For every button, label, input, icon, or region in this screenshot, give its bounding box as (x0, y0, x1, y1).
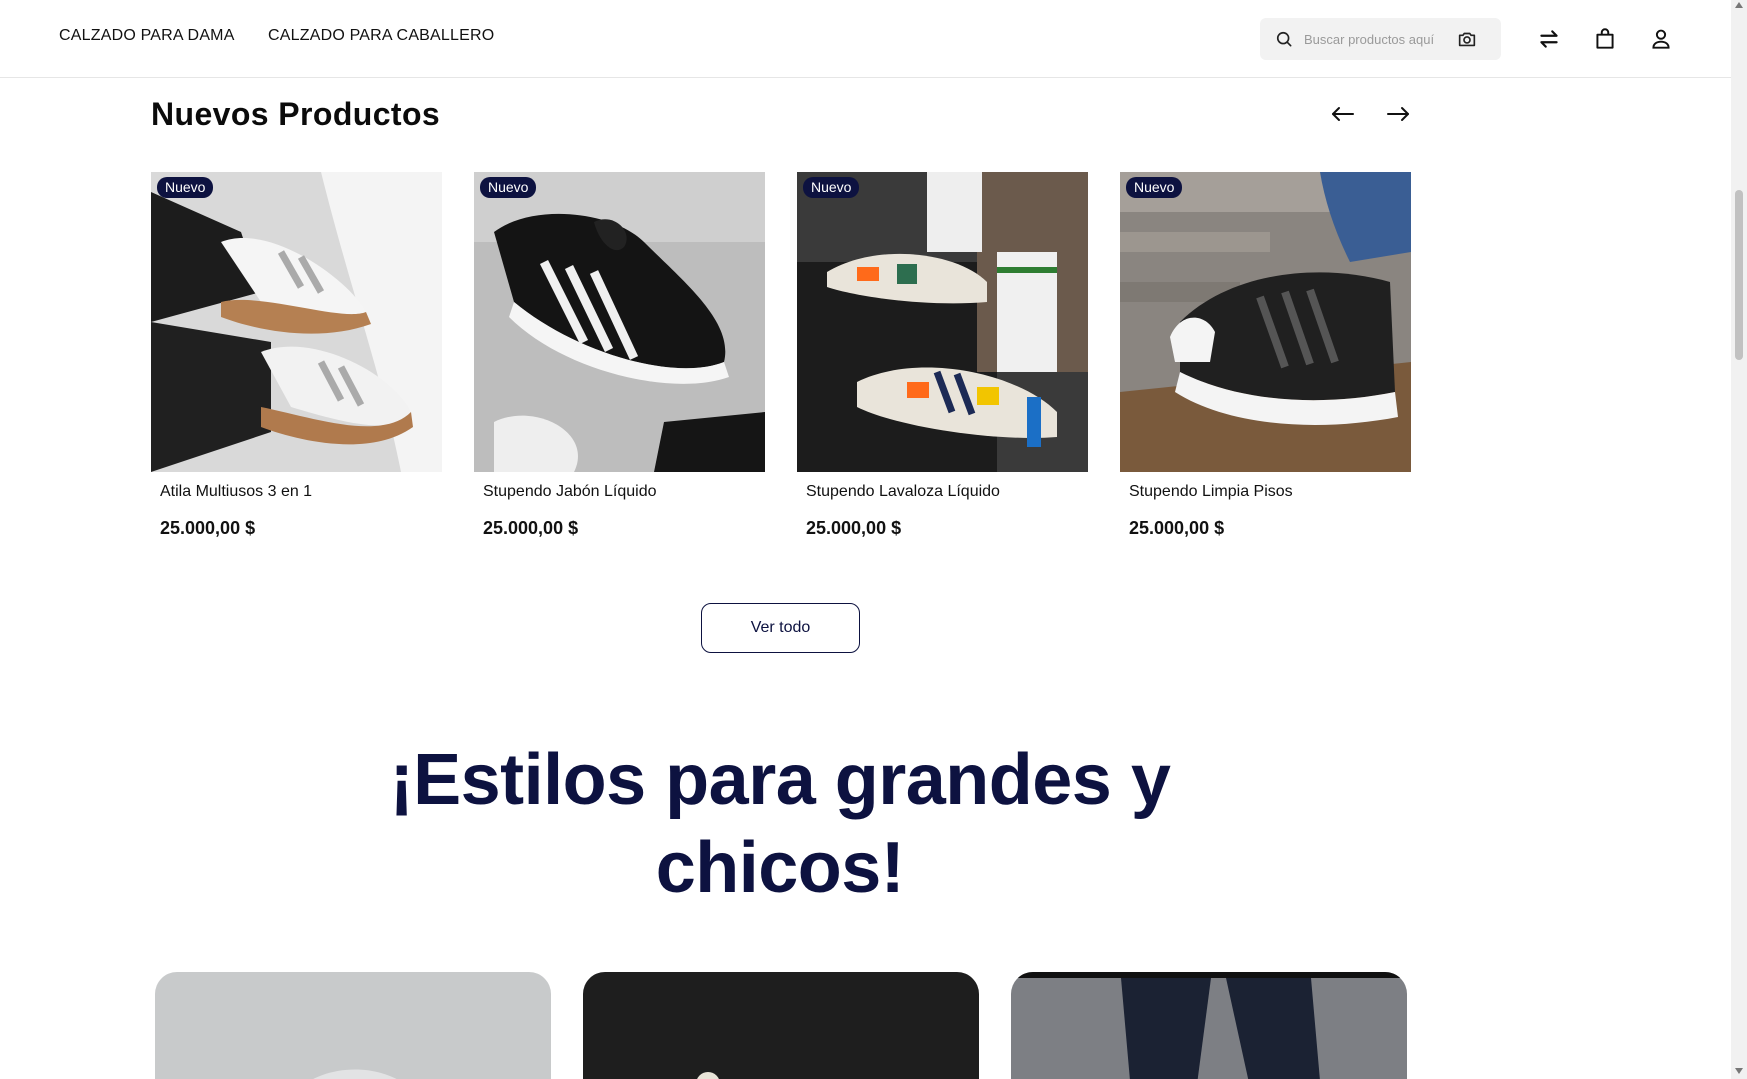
new-badge: Nuevo (803, 177, 860, 198)
nav-calzado-caballero[interactable]: CALZADO PARA CABALLERO (268, 27, 494, 45)
site-header: CALZADO PARA DAMA CALZADO PARA CABALLERO (0, 0, 1731, 78)
product-price: 25.000,00 $ (1129, 518, 1225, 538)
style-card-photo (583, 972, 979, 1079)
shopping-bag-icon[interactable] (1592, 26, 1618, 52)
search-input[interactable] (1304, 28, 1454, 50)
section-title-new-products: Nuevos Productos (151, 96, 441, 132)
style-card[interactable] (1011, 972, 1407, 1079)
camera-icon[interactable] (1456, 28, 1478, 50)
carousel-prev-arrow-icon[interactable] (1329, 102, 1357, 126)
style-card[interactable] (583, 972, 979, 1079)
product-card[interactable]: Nuevo Atila Multiusos 3 en 1 25.000,00 $ (151, 172, 442, 552)
product-image[interactable]: Nuevo (474, 172, 765, 472)
product-photo-sneaker-black (474, 172, 765, 472)
new-badge: Nuevo (157, 177, 214, 198)
search-icon[interactable] (1274, 29, 1294, 49)
nav-calzado-dama[interactable]: CALZADO PARA DAMA (59, 27, 235, 45)
scroll-up-arrow-icon[interactable] (1735, 2, 1743, 8)
product-name[interactable]: Stupendo Lavaloza Líquido (806, 483, 1000, 501)
product-photo-sneakers-multicolor (797, 172, 1088, 472)
product-photo-sneaker-superstar (1120, 172, 1411, 472)
style-card-photo (1011, 972, 1407, 1079)
product-photo-sneakers-white (151, 172, 442, 472)
product-card[interactable]: Nuevo Stupendo Lavaloza Líquido 25.000,0… (797, 172, 1088, 552)
product-image[interactable]: Nuevo (151, 172, 442, 472)
product-name[interactable]: Stupendo Jabón Líquido (483, 483, 656, 501)
product-price: 25.000,00 $ (806, 518, 902, 538)
page-scrollbar[interactable] (1731, 0, 1747, 1079)
product-price: 25.000,00 $ (160, 518, 256, 538)
new-badge: Nuevo (480, 177, 537, 198)
product-image[interactable]: Nuevo (797, 172, 1088, 472)
user-icon[interactable] (1648, 26, 1674, 52)
compare-icon[interactable] (1536, 26, 1562, 52)
style-card-photo (155, 972, 551, 1079)
view-all-button[interactable]: Ver todo (701, 603, 860, 653)
product-card[interactable]: Nuevo Stupendo Jabón Líquido 25.000,00 $ (474, 172, 765, 552)
scroll-thumb[interactable] (1735, 190, 1743, 360)
product-price: 25.000,00 $ (483, 518, 579, 538)
scroll-down-arrow-icon[interactable] (1735, 1068, 1743, 1074)
search-bar (1260, 18, 1501, 60)
carousel-next-arrow-icon[interactable] (1384, 102, 1412, 126)
styles-headline: ¡Estilos para grandes y chicos! (389, 740, 1171, 908)
product-name[interactable]: Stupendo Limpia Pisos (1129, 483, 1293, 501)
product-image[interactable]: Nuevo (1120, 172, 1411, 472)
style-card[interactable] (155, 972, 551, 1079)
product-name[interactable]: Atila Multiusos 3 en 1 (160, 483, 312, 501)
new-badge: Nuevo (1126, 177, 1183, 198)
product-card[interactable]: Nuevo Stupendo Limpia Pisos 25.000,00 $ (1120, 172, 1411, 552)
